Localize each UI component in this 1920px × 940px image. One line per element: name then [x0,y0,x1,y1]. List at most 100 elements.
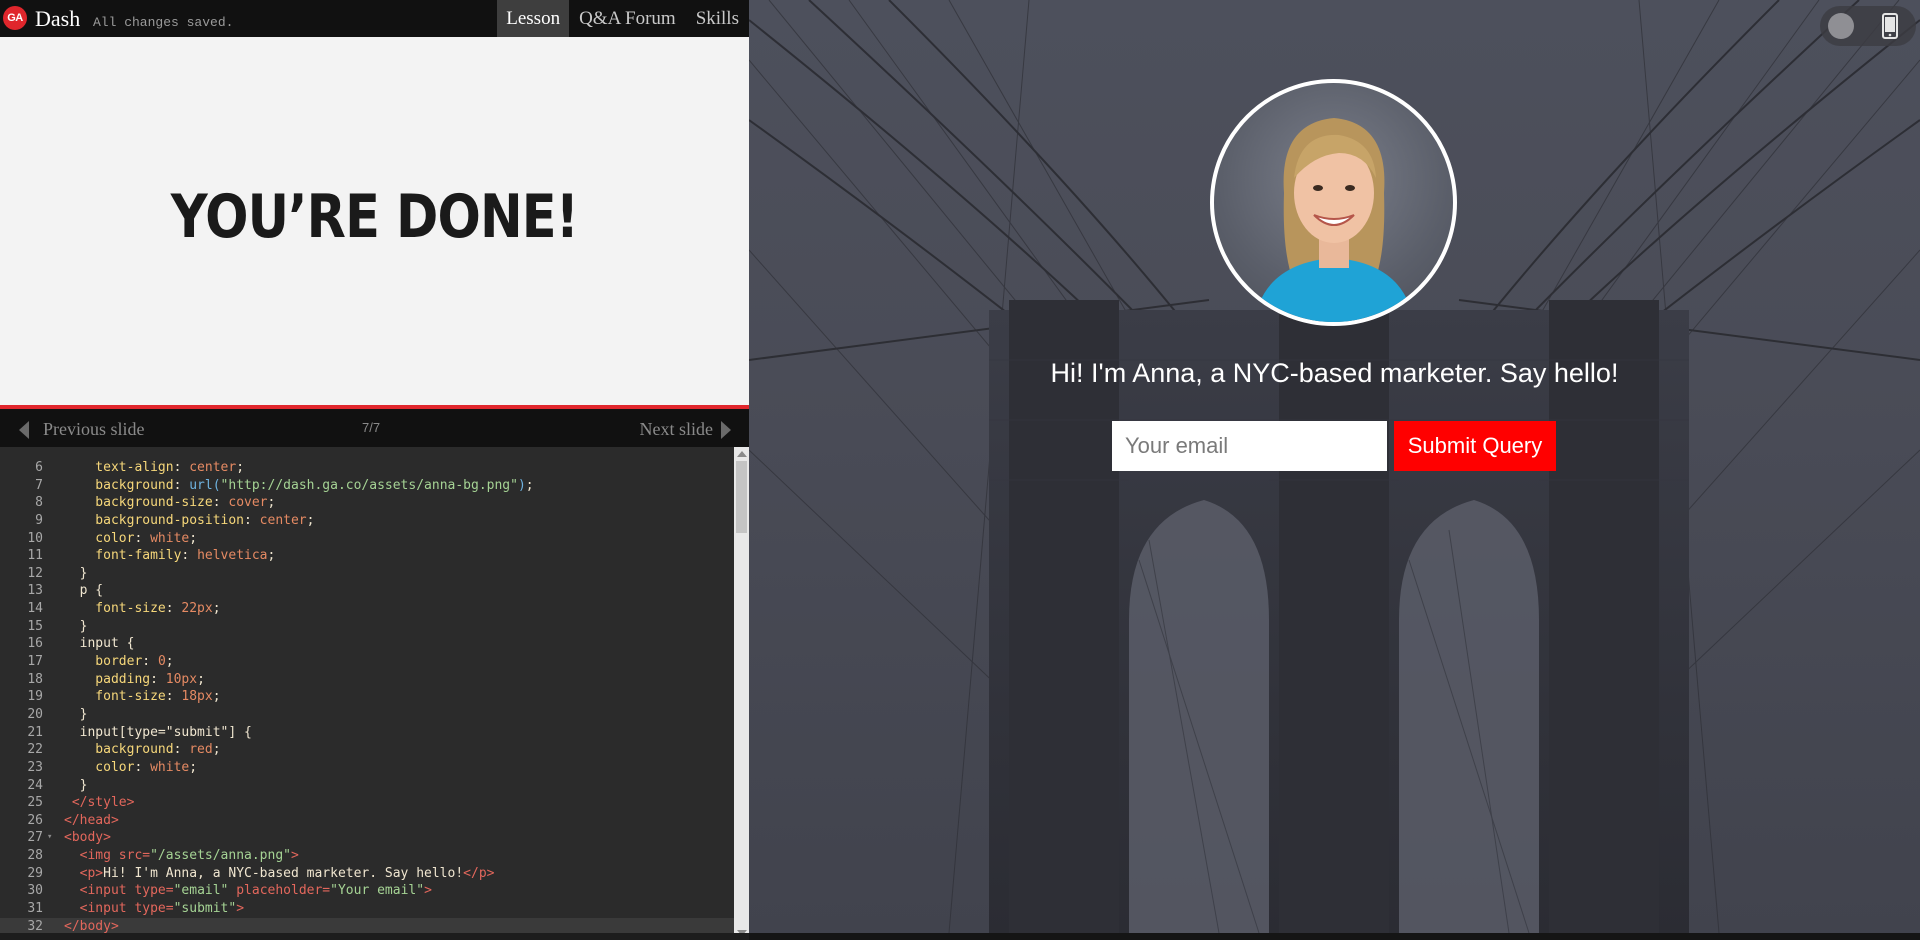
desktop-view-icon[interactable] [1828,13,1854,39]
code-text: } [64,618,88,636]
code-line[interactable]: 7 background: url("http://dash.ga.co/ass… [0,477,734,495]
code-token: ; [525,477,534,493]
code-token: ; [267,548,276,564]
code-token: ) [517,477,526,493]
editor-bottom-strip [0,933,749,940]
mobile-phone-icon[interactable] [1882,13,1898,39]
code-token: center [259,512,307,528]
code-line[interactable]: 12 } [0,565,734,583]
tab-qa-forum[interactable]: Q&A Forum [569,0,686,37]
code-token: </head> [64,812,119,828]
code-line[interactable]: 30 <input type="email" placeholder="Your… [0,882,734,900]
code-line[interactable]: 17 border: 0; [0,653,734,671]
editor-scrollbar[interactable] [734,447,749,940]
code-line[interactable]: 21 input[type="submit"] { [0,724,734,742]
code-token: : [173,477,190,493]
next-slide-button[interactable]: Next slide [639,419,731,440]
code-token: background-position [64,512,245,528]
code-token: color [64,530,135,546]
next-slide-label: Next slide [639,419,714,439]
code-token: white [150,759,190,775]
code-token: white [150,530,190,546]
person-photo-icon [1254,118,1414,322]
code-line[interactable]: 27 ▾ <body> [0,829,734,847]
code-line[interactable]: 14 font-size: 22px; [0,600,734,618]
scroll-thumb[interactable] [736,461,747,533]
app-name: Dash [35,6,81,31]
code-token: background-size [64,495,213,511]
previous-slide-button[interactable]: Previous slide [19,419,145,440]
code-line[interactable]: 16 input { [0,635,734,653]
code-text: } [64,706,88,724]
code-line[interactable]: 24 } [0,777,734,795]
line-number: 28 [27,848,43,864]
code-text: background: red; [64,741,221,759]
code-line[interactable]: 18 padding: 10px; [0,671,734,689]
chevron-right-icon [721,420,731,439]
code-line[interactable]: 29 <p>Hi! I'm Anna, a NYC-based marketer… [0,865,734,883]
fold-arrow-icon[interactable]: ▾ [47,829,52,847]
code-line[interactable]: 31 <input type="submit"> [0,900,734,918]
line-number: 29 [27,865,43,881]
submit-button[interactable]: Submit Query [1394,421,1556,471]
code-token: <input [64,901,135,917]
code-line[interactable]: 9 background-position: center; [0,512,734,530]
code-token: p { [64,583,104,599]
code-text: <p>Hi! I'm Anna, a NYC-based marketer. S… [64,865,495,883]
code-token: font-size [64,601,166,617]
code-token: ; [306,512,315,528]
line-number: 21 [27,724,43,740]
line-number: 23 [27,759,43,775]
code-line[interactable]: 20 } [0,706,734,724]
code-line[interactable]: 15 } [0,618,734,636]
code-token: : [165,601,182,617]
code-text: p { [64,582,104,600]
code-line[interactable]: 8 background-size: cover; [0,494,734,512]
slide-counter: 7/7 [362,420,381,435]
code-token: src= [118,848,151,864]
code-line[interactable]: 25 </style> [0,794,734,812]
code-token: } [64,618,88,634]
code-text: font-size: 22px; [64,600,220,618]
code-token: type= [134,901,174,917]
line-number: 20 [27,706,43,722]
code-line[interactable]: 19 font-size: 18px; [0,688,734,706]
line-number: 27 [27,830,43,846]
code-line[interactable]: 6 text-align: center; [0,459,734,477]
code-token: </style> [64,795,135,811]
code-token: } [64,706,88,722]
code-line[interactable]: 11 font-family: helvetica; [0,547,734,565]
scroll-up-arrow-icon[interactable] [737,451,747,457]
code-text: text-align: center; [64,459,244,477]
code-line[interactable]: 13 p { [0,582,734,600]
code-lines[interactable]: 6 text-align: center; 7 background: url("… [0,459,734,936]
code-token: 0 [157,654,166,670]
ga-logo-icon[interactable]: GA [3,6,27,30]
code-token: </p> [463,865,495,881]
slide-heading: YOU’RE DONE! [170,182,579,252]
code-token: : [173,460,190,475]
code-text: } [64,565,88,583]
tab-lesson[interactable]: Lesson [497,0,570,37]
email-input[interactable] [1112,421,1387,471]
code-line[interactable]: 10 color: white; [0,530,734,548]
code-token: border [64,654,143,670]
code-token: input[type="submit"] { [64,724,252,740]
line-number: 22 [27,742,43,758]
code-line[interactable]: 28 <img src="/assets/anna.png"> [0,847,734,865]
tab-skills[interactable]: Skills [686,0,749,37]
code-token: helvetica [197,548,268,564]
code-text: input[type="submit"] { [64,724,252,742]
line-number: 30 [27,883,43,899]
code-token: ; [189,530,198,546]
code-token: type= [134,883,174,899]
code-line[interactable]: 26 </head> [0,812,734,830]
code-line[interactable]: 23 color: white; [0,759,734,777]
code-token: > [236,901,245,917]
code-line[interactable]: 22 background: red; [0,741,734,759]
code-token: ; [212,742,221,758]
code-editor[interactable]: 6 text-align: center; 7 background: url("… [0,447,749,940]
line-number: 12 [27,565,43,581]
code-text: </head> [64,812,119,830]
top-bar: GA Dash All changes saved. Lesson Q&A Fo… [0,0,749,37]
